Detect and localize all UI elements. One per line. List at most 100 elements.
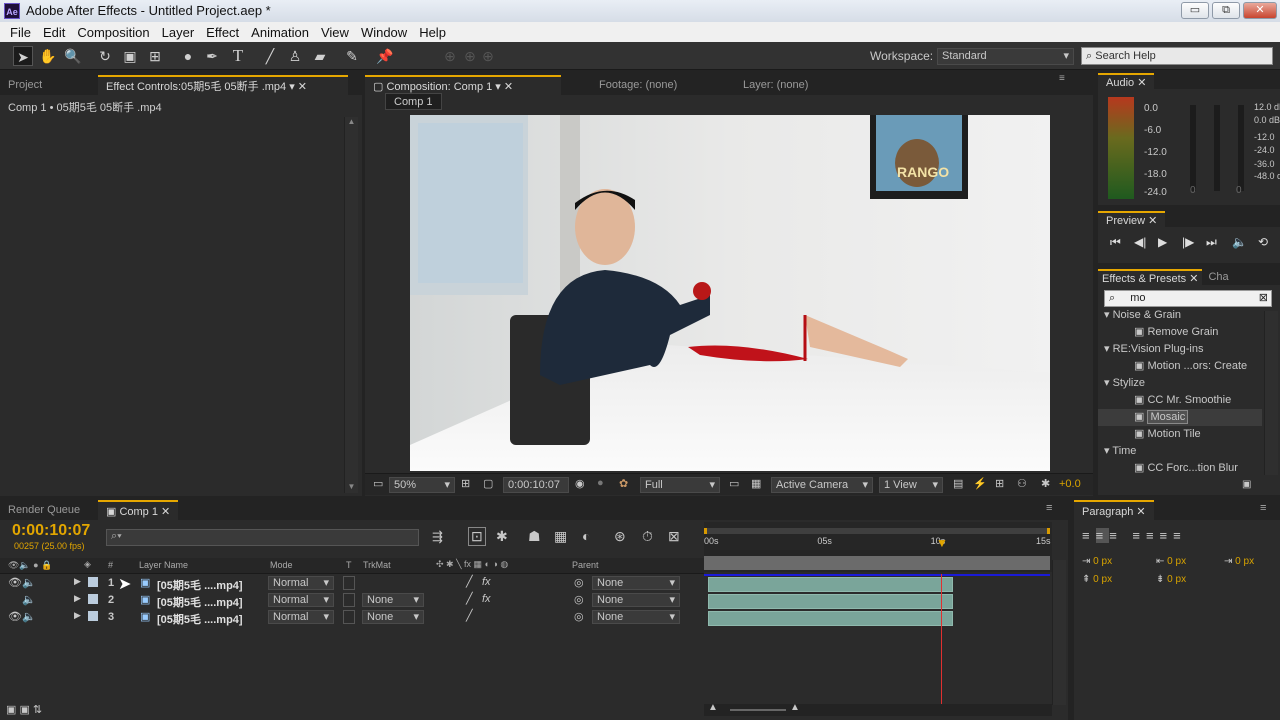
region-of-interest-icon[interactable]: ▭ xyxy=(729,477,739,490)
quality-icon[interactable]: ╱ xyxy=(466,592,473,605)
tab-effects-presets[interactable]: Effects & Presets ✕ xyxy=(1098,269,1203,285)
tab-footage[interactable]: Footage: (none) xyxy=(561,75,711,95)
frame-blending-icon[interactable]: ▦ xyxy=(554,528,567,545)
reset-exposure-icon[interactable]: ✱ xyxy=(1041,477,1050,490)
layer-duration-bar[interactable] xyxy=(708,611,953,626)
next-frame-icon[interactable]: |▶ xyxy=(1182,235,1194,249)
work-area-bar[interactable] xyxy=(704,528,1050,534)
tab-preview[interactable]: Preview ✕ xyxy=(1098,211,1166,227)
tab-comp-timeline[interactable]: ▣ Comp 1 ✕ xyxy=(98,500,179,520)
rotate-tool-icon[interactable]: ↻ xyxy=(95,46,115,66)
category-stylize[interactable]: ▾ Stylize xyxy=(1098,375,1262,392)
transparency-grid-icon[interactable]: ▦ xyxy=(751,477,761,490)
ellipse-tool-icon[interactable]: ● xyxy=(178,46,198,66)
search-help-input[interactable]: ⌕ Search Help xyxy=(1081,47,1273,65)
close-button[interactable]: ✕ xyxy=(1243,2,1277,19)
label-color-swatch[interactable] xyxy=(88,577,98,587)
timeline-vscroll[interactable] xyxy=(1052,560,1066,705)
panel-menu-icon[interactable]: ≡ xyxy=(1046,502,1052,514)
time-ruler[interactable]: 00s 05s 10s 15s ▼ xyxy=(704,522,1052,572)
minimize-button[interactable]: ▭ xyxy=(1181,2,1209,19)
toggle-pixel-aspect-icon[interactable]: ▤ xyxy=(953,477,963,490)
label-color-swatch[interactable] xyxy=(88,611,98,621)
effect-cc-mr-smoothie[interactable]: ▣ CC Mr. Smoothie xyxy=(1098,392,1262,409)
table-row[interactable]: 👁 🔈 ▶ 1 ▣ [05期5毛 ....mp4] Normal ▾ ╱ fx ◎… xyxy=(0,575,704,592)
pick-whip-icon[interactable]: ◎ xyxy=(574,610,584,623)
play-icon[interactable]: ▶ xyxy=(1158,235,1167,249)
space-before-field[interactable]: ⇞ 0 px xyxy=(1082,574,1112,585)
playhead-handle-icon[interactable]: ▼ xyxy=(936,536,948,550)
channel-icon[interactable]: ✿ xyxy=(619,477,628,490)
preserve-transparency-checkbox[interactable] xyxy=(343,610,355,624)
tab-project[interactable]: Project xyxy=(0,75,98,95)
tab-effect-controls[interactable]: Effect Controls:05期5毛 05断手 .mp4 ▾ ✕ xyxy=(98,75,348,95)
text-tool-icon[interactable]: T xyxy=(228,46,248,66)
layer-name[interactable]: [05期5毛 ....mp4] xyxy=(157,594,243,610)
tab-render-queue[interactable]: Render Queue xyxy=(0,500,98,520)
trkmat-select[interactable]: None ▾ xyxy=(362,610,424,624)
audio-icon[interactable]: 🔈 xyxy=(22,610,36,623)
tab-character[interactable]: Cha xyxy=(1202,269,1234,285)
time-navigator[interactable] xyxy=(704,556,1050,570)
visibility-eye-icon[interactable]: 👁 xyxy=(8,610,22,623)
visibility-eye-icon[interactable]: 👁 xyxy=(8,576,22,589)
view-layout-select[interactable]: 1 View ▾ xyxy=(879,477,943,493)
mode-select[interactable]: Normal ▾ xyxy=(268,576,334,590)
layer-name[interactable]: [05期5毛 ....mp4] xyxy=(157,577,243,593)
category-revision[interactable]: ▾ RE:Vision Plug-ins xyxy=(1098,341,1262,358)
roto-brush-tool-icon[interactable]: ✎ xyxy=(342,46,362,66)
audio-slider-master[interactable] xyxy=(1238,105,1244,191)
eraser-tool-icon[interactable]: ▰ xyxy=(310,46,330,66)
effects-scrollbar[interactable] xyxy=(1264,311,1278,475)
effects-search-input[interactable]: ⌕ mo ⊠ xyxy=(1104,290,1272,307)
puppet-tool-icon[interactable]: 📌 xyxy=(375,46,395,66)
fx-switch[interactable]: fx xyxy=(482,576,491,588)
quality-icon[interactable]: ╱ xyxy=(466,575,473,588)
workspace-select[interactable]: Standard ▾ xyxy=(937,48,1074,65)
new-bin-icon[interactable]: ▣ xyxy=(1242,479,1251,490)
timeline-icon[interactable]: ⊞ xyxy=(995,477,1004,490)
comp-viewer[interactable]: RANGO xyxy=(410,115,1050,471)
left-panel-scrollbar[interactable]: ▲ ▼ xyxy=(344,117,358,493)
draft-3d-icon[interactable]: ✱ xyxy=(496,528,508,545)
parent-select[interactable]: None ▾ xyxy=(592,610,680,624)
camera-view-select[interactable]: Active Camera ▾ xyxy=(771,477,873,493)
category-noise-grain[interactable]: ▾ Noise & Grain xyxy=(1098,307,1262,324)
mask-visibility-icon[interactable]: ▢ xyxy=(483,477,493,490)
zoom-out-icon[interactable]: ▲ xyxy=(708,702,718,713)
camera-tool-icon[interactable]: ▣ xyxy=(120,46,140,66)
flowchart-icon[interactable]: ⚇ xyxy=(1017,477,1027,490)
pan-behind-tool-icon[interactable]: ⊞ xyxy=(145,46,165,66)
effect-cc-force-motion-blur[interactable]: ▣ CC Forc...tion Blur xyxy=(1098,460,1262,477)
mode-select[interactable]: Normal ▾ xyxy=(268,593,334,607)
tab-composition[interactable]: ▢ Composition: Comp 1 ▾ ✕ xyxy=(365,75,561,95)
timeline-zoom-bar[interactable]: ▲ ▲ xyxy=(704,702,1052,716)
menu-composition[interactable]: Composition xyxy=(71,25,155,40)
menu-edit[interactable]: Edit xyxy=(37,25,71,40)
tab-layer[interactable]: Layer: (none) xyxy=(711,75,861,95)
clear-search-icon[interactable]: ⊠ xyxy=(1259,291,1268,304)
layer-duration-bar[interactable] xyxy=(708,577,953,592)
shy-layers-icon[interactable]: ☗ xyxy=(528,528,541,545)
graph-editor-icon[interactable]: ⊠ xyxy=(668,528,680,545)
alignment-buttons[interactable]: ≡≡≡ ≡≡≡≡ xyxy=(1082,528,1187,543)
indent-left-field[interactable]: ⇥ 0 px xyxy=(1082,556,1112,567)
menu-view[interactable]: View xyxy=(315,25,355,40)
safe-zones-icon[interactable]: ⊞ xyxy=(461,477,470,490)
resolution-select[interactable]: Full ▾ xyxy=(640,477,720,493)
indent-before-field[interactable]: ⇤ 0 px xyxy=(1156,556,1186,567)
preserve-transparency-checkbox[interactable] xyxy=(343,593,355,607)
menu-animation[interactable]: Animation xyxy=(245,25,315,40)
live-update-icon[interactable]: ⊡ xyxy=(468,527,486,546)
label-color-swatch[interactable] xyxy=(88,594,98,604)
selection-tool-icon[interactable]: ➤ xyxy=(13,46,33,66)
layer-duration-bar[interactable] xyxy=(708,594,953,609)
zoom-slider-track[interactable] xyxy=(730,709,786,711)
snapshot-icon[interactable]: ◉ xyxy=(575,477,585,490)
tab-audio[interactable]: Audio ✕ xyxy=(1098,73,1155,89)
effect-remove-grain[interactable]: ▣ Remove Grain xyxy=(1098,324,1262,341)
menu-file[interactable]: File xyxy=(4,25,37,40)
comp-mini-flowchart-icon[interactable]: ⇶ xyxy=(432,529,443,545)
zoom-in-icon[interactable]: ▲ xyxy=(790,702,800,713)
exposure-value[interactable]: +0.0 xyxy=(1059,478,1081,490)
